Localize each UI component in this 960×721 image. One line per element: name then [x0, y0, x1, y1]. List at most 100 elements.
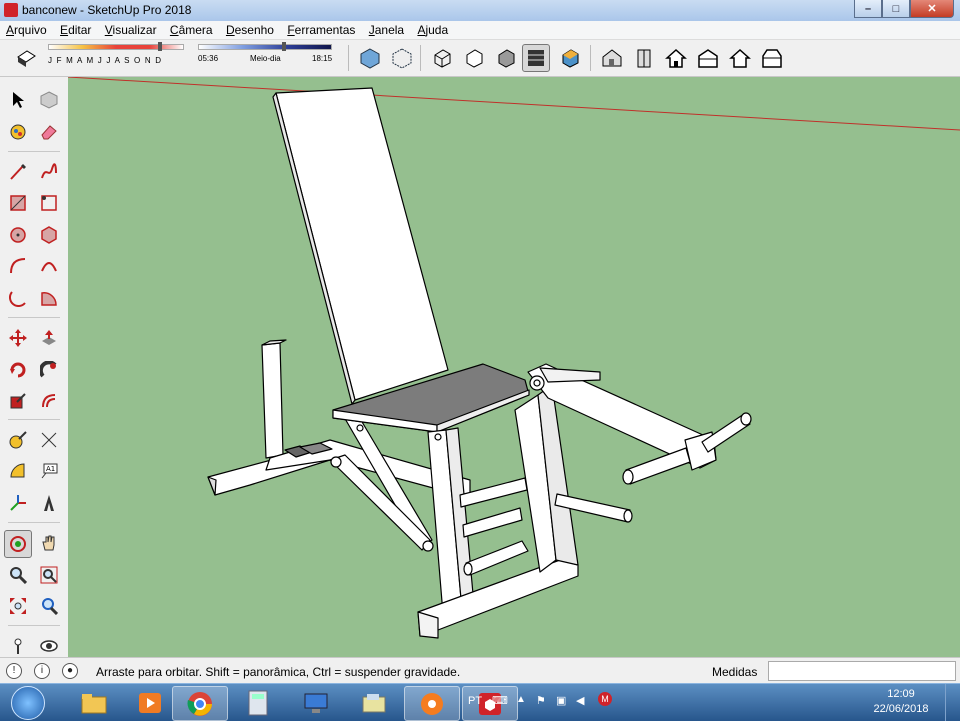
network-icon[interactable]: ▣ [556, 694, 566, 707]
follow-me-icon[interactable] [36, 357, 62, 383]
monochrome-icon[interactable] [556, 44, 584, 72]
toolbar-separator [8, 625, 60, 626]
maximize-button[interactable]: □ [882, 0, 910, 18]
zoom-extents-icon[interactable] [5, 593, 31, 619]
look-around-icon[interactable] [36, 633, 62, 659]
menu-camera[interactable]: Câmera [164, 21, 217, 37]
time-end-label: 18:15 [312, 54, 333, 63]
start-button[interactable] [2, 684, 54, 721]
calculator-icon[interactable] [230, 686, 286, 719]
back-view-icon[interactable] [726, 44, 754, 72]
remote-desktop-icon[interactable] [288, 686, 344, 719]
media-player-icon[interactable] [122, 686, 178, 719]
menu-janela[interactable]: Janela [363, 21, 408, 37]
chrome-icon[interactable] [172, 686, 228, 721]
toolbar-separator [420, 45, 421, 71]
arc-icon[interactable] [5, 253, 31, 279]
menu-ferramentas[interactable]: Ferramentas [281, 21, 359, 37]
keyboard-icon[interactable]: ⌨ [492, 694, 508, 707]
3d-text-icon[interactable] [36, 490, 62, 516]
month-slider[interactable]: J F M A M J J A S O N D [48, 42, 184, 65]
action-center-icon[interactable]: ⚑ [536, 694, 546, 707]
front-view-icon[interactable] [662, 44, 690, 72]
circle-icon[interactable] [5, 222, 31, 248]
toolbar-separator [8, 317, 60, 318]
sketchup-app-icon[interactable] [4, 3, 18, 17]
toolbar-separator [8, 151, 60, 152]
time-mid-label: Meio-dia [250, 54, 281, 63]
position-camera-icon[interactable] [5, 633, 31, 659]
measurements-field[interactable] [768, 661, 956, 681]
paint-bucket-icon[interactable] [5, 119, 31, 145]
tape-measure-icon[interactable] [5, 427, 31, 453]
toolbar-separator [590, 45, 591, 71]
three-point-arc-icon[interactable] [5, 285, 31, 311]
language-indicator[interactable]: PT [468, 695, 482, 707]
pan-hand-icon[interactable] [36, 530, 62, 556]
windows-logo-icon [11, 685, 45, 720]
right-view-icon[interactable] [694, 44, 722, 72]
pie-icon[interactable] [36, 285, 62, 311]
shaded-with-textures-icon[interactable] [522, 44, 550, 72]
menu-arquivo[interactable]: Arquivo [0, 21, 51, 37]
rectangle-icon[interactable] [5, 190, 31, 216]
explorer-icon[interactable] [66, 686, 122, 719]
bench-model[interactable] [207, 87, 752, 639]
two-point-arc-icon[interactable] [36, 253, 62, 279]
geo-location-icon[interactable]: ! [6, 663, 22, 679]
rotate-icon[interactable] [5, 357, 31, 383]
protractor-icon[interactable] [5, 458, 31, 484]
model-canvas[interactable] [68, 77, 960, 657]
back-edges-icon[interactable] [388, 44, 416, 72]
line-tool-icon[interactable] [5, 159, 31, 185]
time-slider[interactable]: 05:36 Meio-dia 18:15 [198, 42, 332, 63]
toolbar-separator [348, 45, 349, 71]
user-icon[interactable]: ● [62, 663, 78, 679]
folder-icon[interactable] [346, 686, 402, 719]
left-view-icon[interactable] [758, 44, 786, 72]
show-hidden-icons-icon[interactable]: ▲ [516, 694, 526, 705]
volume-icon[interactable]: ◀ [576, 694, 584, 707]
iso-view-icon[interactable] [598, 44, 626, 72]
xray-icon[interactable] [356, 44, 384, 72]
minimize-button[interactable]: – [854, 0, 882, 18]
zoom-window-icon[interactable] [36, 562, 62, 588]
menu-desenho[interactable]: Desenho [220, 21, 278, 37]
menu-editar[interactable]: Editar [54, 21, 95, 37]
offset-icon[interactable] [36, 388, 62, 414]
hidden-line-icon[interactable] [460, 44, 488, 72]
avast-icon[interactable] [404, 686, 460, 721]
credits-icon[interactable]: i [34, 663, 50, 679]
top-view-icon[interactable] [630, 44, 658, 72]
freehand-icon[interactable] [36, 159, 62, 185]
shadows-toggle-icon[interactable] [12, 44, 40, 72]
mcafee-icon[interactable]: M [598, 692, 612, 706]
clock-date: 22/06/2018 [873, 703, 929, 715]
drawing-viewport[interactable] [68, 77, 960, 657]
zoom-icon[interactable] [5, 562, 31, 588]
select-arrow-icon[interactable] [5, 87, 31, 113]
dimension-icon[interactable] [36, 427, 62, 453]
show-desktop-button[interactable] [945, 684, 960, 721]
push-pull-icon[interactable] [36, 325, 62, 351]
eraser-icon[interactable] [36, 119, 62, 145]
menu-visualizar[interactable]: Visualizar [99, 21, 161, 37]
rotated-rectangle-icon[interactable] [36, 190, 62, 216]
make-component-icon[interactable] [36, 87, 62, 113]
scale-icon[interactable] [5, 388, 31, 414]
clock[interactable]: 12:09 22/06/2018 [866, 687, 936, 717]
shaded-icon[interactable] [492, 44, 520, 72]
months-label: J F M A M J J A S O N D [48, 56, 163, 65]
axes-icon[interactable] [5, 490, 31, 516]
orbit-icon[interactable] [4, 530, 32, 558]
toolbar-separator [8, 522, 60, 523]
move-icon[interactable] [5, 325, 31, 351]
close-button[interactable]: ✕ [910, 0, 954, 18]
menu-bar: Arquivo Editar Visualizar Câmera Desenho… [0, 21, 960, 40]
polygon-icon[interactable] [36, 222, 62, 248]
menu-ajuda[interactable]: Ajuda [411, 21, 452, 37]
text-tool-icon[interactable]: A1 [36, 458, 62, 484]
wireframe-icon[interactable] [428, 44, 456, 72]
status-message: Arraste para orbitar. Shift = panorâmica… [96, 665, 461, 679]
previous-view-icon[interactable] [36, 593, 62, 619]
